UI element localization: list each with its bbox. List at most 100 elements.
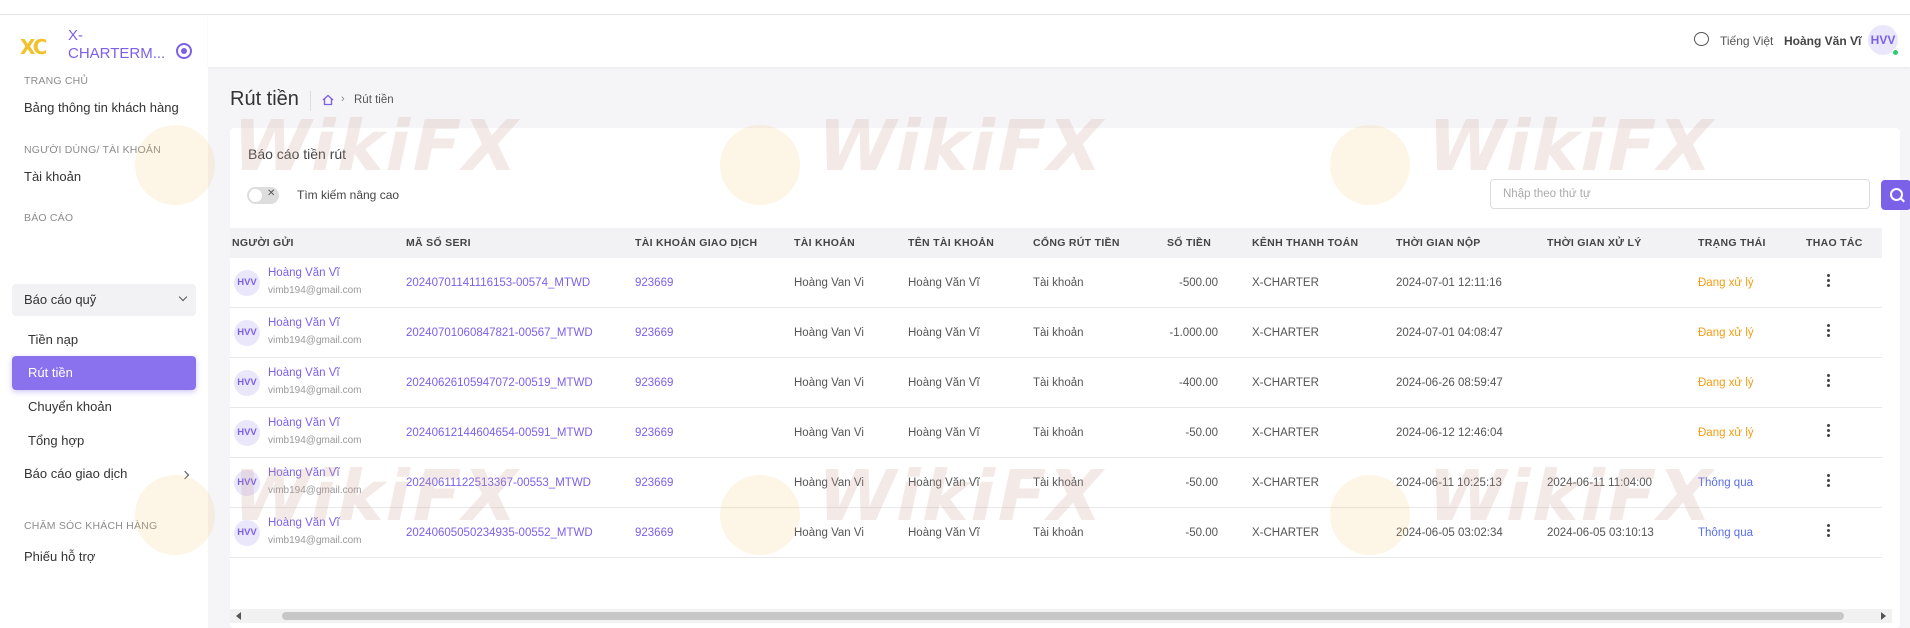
scrollbar-thumb[interactable] [282, 612, 1844, 620]
submitted-time-cell: 2024-07-01 12:11:16 [1396, 277, 1502, 289]
trade-account-link[interactable]: 923669 [635, 277, 673, 289]
col-header-sender[interactable]: NGƯỜI GỬI [232, 237, 294, 249]
serial-link[interactable]: 20240626105947072-00519_MTWD [406, 377, 593, 389]
advanced-search-toggle[interactable]: ✕ [247, 187, 279, 204]
more-actions-icon[interactable] [1827, 274, 1831, 290]
table-row[interactable]: HVV Hoàng Văn Vĩ vimb194@gmail.com 20240611… [230, 458, 1882, 508]
breadcrumb: Rút tiền [354, 94, 394, 106]
account-cell: Hoàng Van Vi [794, 377, 864, 389]
status-badge: Thông qua [1698, 527, 1753, 539]
amount-cell: -1.000.00 [1169, 327, 1218, 339]
search-button[interactable] [1881, 180, 1910, 210]
sidebar-item-summary[interactable]: Tổng hợp [28, 433, 84, 448]
status-badge: Đang xử lý [1698, 327, 1754, 339]
channel-cell: X-CHARTER [1252, 327, 1319, 339]
serial-link[interactable]: 20240701141116153-00574_MTWD [406, 277, 590, 289]
account-name-cell: Hoàng Văn Vĩ [908, 377, 980, 389]
table-row[interactable]: HVV Hoàng Văn Vĩ vimb194@gmail.com 20240701… [230, 308, 1882, 358]
col-header-account-name[interactable]: TÊN TÀI KHOẢN [908, 237, 994, 249]
amount-cell: -400.00 [1178, 377, 1218, 389]
col-header-processed[interactable]: THỜI GIAN XỬ LÝ [1547, 237, 1642, 249]
sidebar-item-withdraw[interactable]: Rút tiền [12, 356, 196, 390]
col-header-channel[interactable]: KÊNH THANH TOÁN [1252, 237, 1358, 249]
app-logo[interactable]: XC X-CHARTERM... [18, 23, 198, 69]
sender-name-link[interactable]: Hoàng Văn Vĩ [268, 467, 340, 479]
table-header: NGƯỜI GỬI MÃ SỐ SERI TÀI KHOẢN GIAO DỊCH… [230, 228, 1882, 258]
serial-link[interactable]: 20240605050234935-00552_MTWD [406, 527, 593, 539]
sidebar-item-dashboard[interactable]: Bảng thông tin khách hàng [24, 100, 179, 115]
serial-link[interactable]: 20240612144604654-00591_MTWD [406, 427, 593, 439]
account-name-cell: Hoàng Văn Vĩ [908, 527, 980, 539]
sidebar-item-deposit[interactable]: Tiền nạp [28, 332, 78, 347]
home-icon[interactable] [322, 94, 334, 106]
more-actions-icon[interactable] [1827, 324, 1831, 340]
sidebar-item-trade-report[interactable]: Báo cáo giao dịch [24, 466, 127, 481]
channel-cell: X-CHARTER [1252, 377, 1319, 389]
card-title: Báo cáo tiền rút [248, 146, 347, 162]
account-cell: Hoàng Van Vi [794, 327, 864, 339]
processed-time-cell: 2024-06-05 03:10:13 [1547, 527, 1654, 539]
search-input[interactable] [1491, 180, 1869, 208]
sender-name-link[interactable]: Hoàng Văn Vĩ [268, 517, 340, 529]
table-row[interactable]: HVV Hoàng Văn Vĩ vimb194@gmail.com 20240626… [230, 358, 1882, 408]
horizontal-scrollbar[interactable] [230, 609, 1892, 623]
sender-name-link[interactable]: Hoàng Văn Vĩ [268, 417, 340, 429]
top-header: Tiếng Việt Hoàng Văn Vĩ HVV [208, 15, 1910, 67]
gateway-cell: Tài khoản [1033, 427, 1084, 439]
more-actions-icon[interactable] [1827, 524, 1831, 540]
col-header-account[interactable]: TÀI KHOẢN [794, 237, 855, 249]
sidebar-group-fund-report[interactable]: Báo cáo quỹ [12, 284, 196, 316]
avatar: HVV [234, 320, 260, 346]
browser-top-strip [0, 0, 1910, 15]
submitted-time-cell: 2024-06-11 10:25:13 [1396, 477, 1502, 489]
sender-name-link[interactable]: Hoàng Văn Vĩ [268, 367, 340, 379]
section-title-reports: BÁO CÁO [24, 212, 74, 224]
settings-icon[interactable] [176, 43, 192, 59]
sender-name-link[interactable]: Hoàng Văn Vĩ [268, 317, 340, 329]
chevron-right-icon [180, 470, 190, 480]
user-name[interactable]: Hoàng Văn Vĩ [1784, 34, 1861, 48]
search-field[interactable] [1490, 179, 1870, 209]
chevron-down-icon [178, 292, 188, 302]
col-header-amount[interactable]: SỐ TIỀN [1167, 237, 1211, 249]
table-row[interactable]: HVV Hoàng Văn Vĩ vimb194@gmail.com 20240612… [230, 408, 1882, 458]
more-actions-icon[interactable] [1827, 424, 1831, 440]
trade-account-link[interactable]: 923669 [635, 377, 673, 389]
col-header-gateway[interactable]: CỔNG RÚT TIỀN [1033, 237, 1120, 249]
col-header-status[interactable]: TRẠNG THÁI [1698, 237, 1766, 249]
more-actions-icon[interactable] [1827, 374, 1831, 390]
account-name-cell: Hoàng Văn Vĩ [908, 427, 980, 439]
submitted-time-cell: 2024-07-01 04:08:47 [1396, 327, 1503, 339]
channel-cell: X-CHARTER [1252, 427, 1319, 439]
trade-account-link[interactable]: 923669 [635, 427, 673, 439]
trade-account-link[interactable]: 923669 [635, 327, 673, 339]
toggle-off-icon: ✕ [267, 188, 276, 199]
table-row[interactable]: HVV Hoàng Văn Vĩ vimb194@gmail.com 20240701… [230, 258, 1882, 308]
channel-cell: X-CHARTER [1252, 277, 1319, 289]
col-header-submitted[interactable]: THỜI GIAN NỘP [1396, 237, 1481, 249]
sidebar-item-transfer[interactable]: Chuyển khoản [28, 399, 112, 414]
scroll-left-icon[interactable] [236, 612, 241, 620]
serial-link[interactable]: 20240611122513367-00553_MTWD [406, 477, 591, 489]
account-cell: Hoàng Van Vi [794, 427, 864, 439]
advanced-search-label: Tìm kiếm nâng cao [297, 188, 400, 202]
more-actions-icon[interactable] [1827, 474, 1831, 490]
processed-time-cell: 2024-06-11 11:04:00 [1547, 477, 1653, 489]
trade-account-link[interactable]: 923669 [635, 527, 673, 539]
sidebar-item-label: Rút tiền [28, 365, 73, 380]
sidebar-item-account[interactable]: Tài khoản [24, 169, 81, 184]
sidebar-item-support[interactable]: Phiếu hỗ trợ [24, 549, 95, 564]
sender-email: vimb194@gmail.com [268, 535, 362, 546]
col-header-serial[interactable]: MÃ SỐ SERI [406, 237, 471, 249]
chat-icon[interactable] [1694, 32, 1709, 46]
language-selector[interactable]: Tiếng Việt [1720, 34, 1773, 48]
channel-cell: X-CHARTER [1252, 477, 1319, 489]
serial-link[interactable]: 20240701060847821-00567_MTWD [406, 327, 593, 339]
col-header-trade-account[interactable]: TÀI KHOẢN GIAO DỊCH [635, 237, 757, 249]
amount-cell: -50.00 [1185, 477, 1218, 489]
scroll-right-icon[interactable] [1881, 612, 1886, 620]
sender-email: vimb194@gmail.com [268, 385, 362, 396]
trade-account-link[interactable]: 923669 [635, 477, 673, 489]
table-row[interactable]: HVV Hoàng Văn Vĩ vimb194@gmail.com 20240605… [230, 508, 1882, 558]
sender-name-link[interactable]: Hoàng Văn Vĩ [268, 267, 340, 279]
